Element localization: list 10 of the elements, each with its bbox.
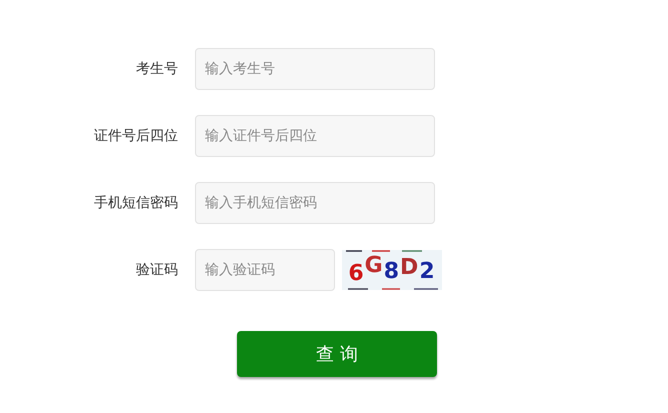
field-label: 验证码	[135, 260, 179, 280]
captcha-text: 6G8D2	[348, 258, 436, 282]
field-label: 考生号	[135, 60, 179, 78]
input-field[interactable]: 输入验证码	[195, 249, 335, 291]
submit-button[interactable]: 查 询	[237, 331, 437, 377]
input-field[interactable]: 输入手机短信密码	[195, 182, 435, 224]
field-label: 手机短信密码	[93, 194, 179, 212]
input-field[interactable]: 输入证件号后四位	[195, 115, 435, 157]
field-label: 证件号后四位	[93, 126, 179, 146]
input-field[interactable]: 输入考生号	[195, 48, 435, 90]
